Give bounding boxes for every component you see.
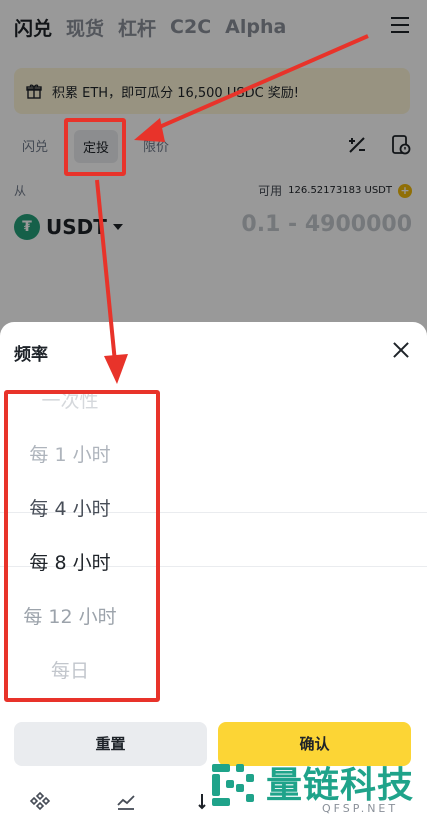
watermark-logo-icon — [212, 764, 254, 806]
watermark-text: 量链科技 — [266, 765, 415, 806]
reset-button[interactable]: 重置 — [14, 722, 207, 766]
highlight-box-recurring-tab — [64, 118, 126, 176]
close-icon[interactable] — [393, 342, 409, 358]
watermark-subtext: QFSP.NET — [322, 802, 399, 815]
highlight-box-frequency-options — [4, 390, 160, 702]
binance-home-icon[interactable] — [29, 790, 51, 812]
sheet-title: 频率 — [14, 345, 48, 365]
watermark: 量链科技 QFSP.NET — [206, 756, 427, 820]
markets-chart-icon[interactable] — [115, 790, 137, 812]
